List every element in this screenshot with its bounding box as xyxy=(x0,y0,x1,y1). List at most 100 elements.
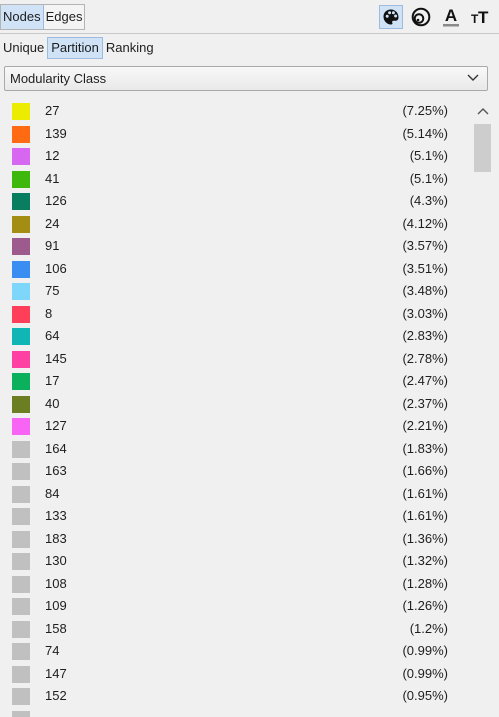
list-item: 108 (1.28%) xyxy=(0,573,470,596)
partition-label: 145 xyxy=(45,350,67,366)
partition-percent: (2.78%) xyxy=(402,350,448,366)
scrollbar[interactable] xyxy=(470,100,496,717)
color-swatch[interactable] xyxy=(12,238,30,255)
partition-percent: (2.37%) xyxy=(402,395,448,411)
element-type-tabs: Nodes Edges xyxy=(0,4,86,30)
list-item xyxy=(0,708,470,717)
color-swatch[interactable] xyxy=(12,598,30,615)
partition-label: 139 xyxy=(45,125,67,141)
color-swatch[interactable] xyxy=(12,418,30,435)
appearance-tools: A T T xyxy=(379,5,493,29)
color-swatch[interactable] xyxy=(12,440,30,458)
tab-nodes[interactable]: Nodes xyxy=(1,5,44,29)
partition-label: 17 xyxy=(45,373,60,388)
partition-percent: (1.66%) xyxy=(402,463,448,478)
list-item: 75 (3.48%) xyxy=(0,280,470,303)
color-swatch[interactable] xyxy=(12,103,30,120)
partition-label: 109 xyxy=(45,598,67,613)
color-swatch[interactable] xyxy=(12,575,30,593)
partition-label: 108 xyxy=(45,575,67,591)
list-item: 84 (1.61%) xyxy=(0,483,470,506)
palette-icon[interactable] xyxy=(379,5,403,29)
partition-percent: (2.83%) xyxy=(402,328,448,343)
partition-label: 41 xyxy=(45,170,60,186)
partition-label: 24 xyxy=(45,215,60,231)
color-swatch[interactable] xyxy=(12,283,30,300)
chevron-down-icon xyxy=(467,74,479,81)
color-swatch[interactable] xyxy=(12,395,30,413)
partition-label: 126 xyxy=(45,193,67,208)
color-swatch[interactable] xyxy=(12,305,30,323)
partition-label: 164 xyxy=(45,440,67,456)
color-swatch[interactable] xyxy=(12,688,30,705)
list-item: 109 (1.26%) xyxy=(0,595,470,618)
list-item: 145 (2.78%) xyxy=(0,348,470,371)
partition-percent: (0.99%) xyxy=(402,643,448,658)
partition-label: 106 xyxy=(45,260,67,276)
partition-label: 127 xyxy=(45,418,67,433)
color-swatch[interactable] xyxy=(12,710,30,717)
partition-percent: (1.61%) xyxy=(402,508,448,523)
list-item: 8 (3.03%) xyxy=(0,303,470,326)
scroll-thumb[interactable] xyxy=(474,124,491,172)
partition-label: 130 xyxy=(45,553,67,568)
partition-percent: (2.47%) xyxy=(402,373,448,388)
color-swatch[interactable] xyxy=(12,350,30,368)
color-swatch[interactable] xyxy=(12,148,30,165)
color-swatch[interactable] xyxy=(12,620,30,638)
partition-percent: (3.57%) xyxy=(402,238,448,253)
partition-label: 64 xyxy=(45,328,60,343)
color-swatch[interactable] xyxy=(12,463,30,480)
partition-label: 163 xyxy=(45,463,67,478)
partition-label: 158 xyxy=(45,620,67,636)
color-swatch[interactable] xyxy=(12,485,30,503)
color-swatch[interactable] xyxy=(12,508,30,525)
color-swatch[interactable] xyxy=(12,125,30,143)
color-swatch[interactable] xyxy=(12,328,30,345)
label-color-icon[interactable]: A xyxy=(439,5,463,29)
partition-label: 40 xyxy=(45,395,60,411)
list-item: 130 (1.32%) xyxy=(0,550,470,573)
list-item: 127 (2.21%) xyxy=(0,415,470,438)
list-item: 152 (0.95%) xyxy=(0,685,470,708)
color-swatch[interactable] xyxy=(12,373,30,390)
color-swatch[interactable] xyxy=(12,553,30,570)
partition-percent: (1.26%) xyxy=(402,598,448,613)
label-size-icon[interactable]: T T xyxy=(469,5,493,29)
color-swatch[interactable] xyxy=(12,193,30,210)
partition-percent: (3.48%) xyxy=(402,283,448,298)
list-item: 106 (3.51%) xyxy=(0,258,470,281)
partition-percent: (0.99%) xyxy=(402,665,448,681)
color-swatch[interactable] xyxy=(12,170,30,188)
mode-tabs: Unique Partition Ranking xyxy=(0,37,157,59)
scroll-up-icon[interactable] xyxy=(476,106,490,116)
color-swatch[interactable] xyxy=(12,215,30,233)
tab-partition[interactable]: Partition xyxy=(47,37,103,59)
partition-percent: (1.28%) xyxy=(402,575,448,591)
partition-percent: (1.61%) xyxy=(402,485,448,501)
list-item: 126 (4.3%) xyxy=(0,190,470,213)
list-item: 41 (5.1%) xyxy=(0,168,470,191)
tab-edges[interactable]: Edges xyxy=(44,5,85,29)
tab-unique[interactable]: Unique xyxy=(0,37,47,59)
partition-percent: (1.83%) xyxy=(402,440,448,456)
color-swatch[interactable] xyxy=(12,530,30,548)
color-swatch[interactable] xyxy=(12,665,30,683)
partition-label: 8 xyxy=(45,305,53,321)
partition-label: 91 xyxy=(45,238,60,253)
partition-percent: (5.14%) xyxy=(402,125,448,141)
svg-text:T: T xyxy=(478,8,489,27)
partition-label: 152 xyxy=(45,688,67,703)
partition-list: 27 (7.25%) 139 (5.14%) 12 (5.1%) 41 (5.1%) 126 (4… xyxy=(0,100,470,717)
attribute-select[interactable]: Modularity Class xyxy=(4,66,488,91)
list-item: 164 (1.83%) xyxy=(0,438,470,461)
attribute-select-value: Modularity Class xyxy=(10,71,107,86)
partition-label: 75 xyxy=(45,283,60,298)
tab-ranking[interactable]: Ranking xyxy=(103,37,157,59)
color-swatch[interactable] xyxy=(12,260,30,278)
partition-percent: (0.95%) xyxy=(402,688,448,703)
partition-percent: (2.21%) xyxy=(402,418,448,433)
size-icon[interactable] xyxy=(409,5,433,29)
partition-label: 84 xyxy=(45,485,60,501)
color-swatch[interactable] xyxy=(12,643,30,660)
